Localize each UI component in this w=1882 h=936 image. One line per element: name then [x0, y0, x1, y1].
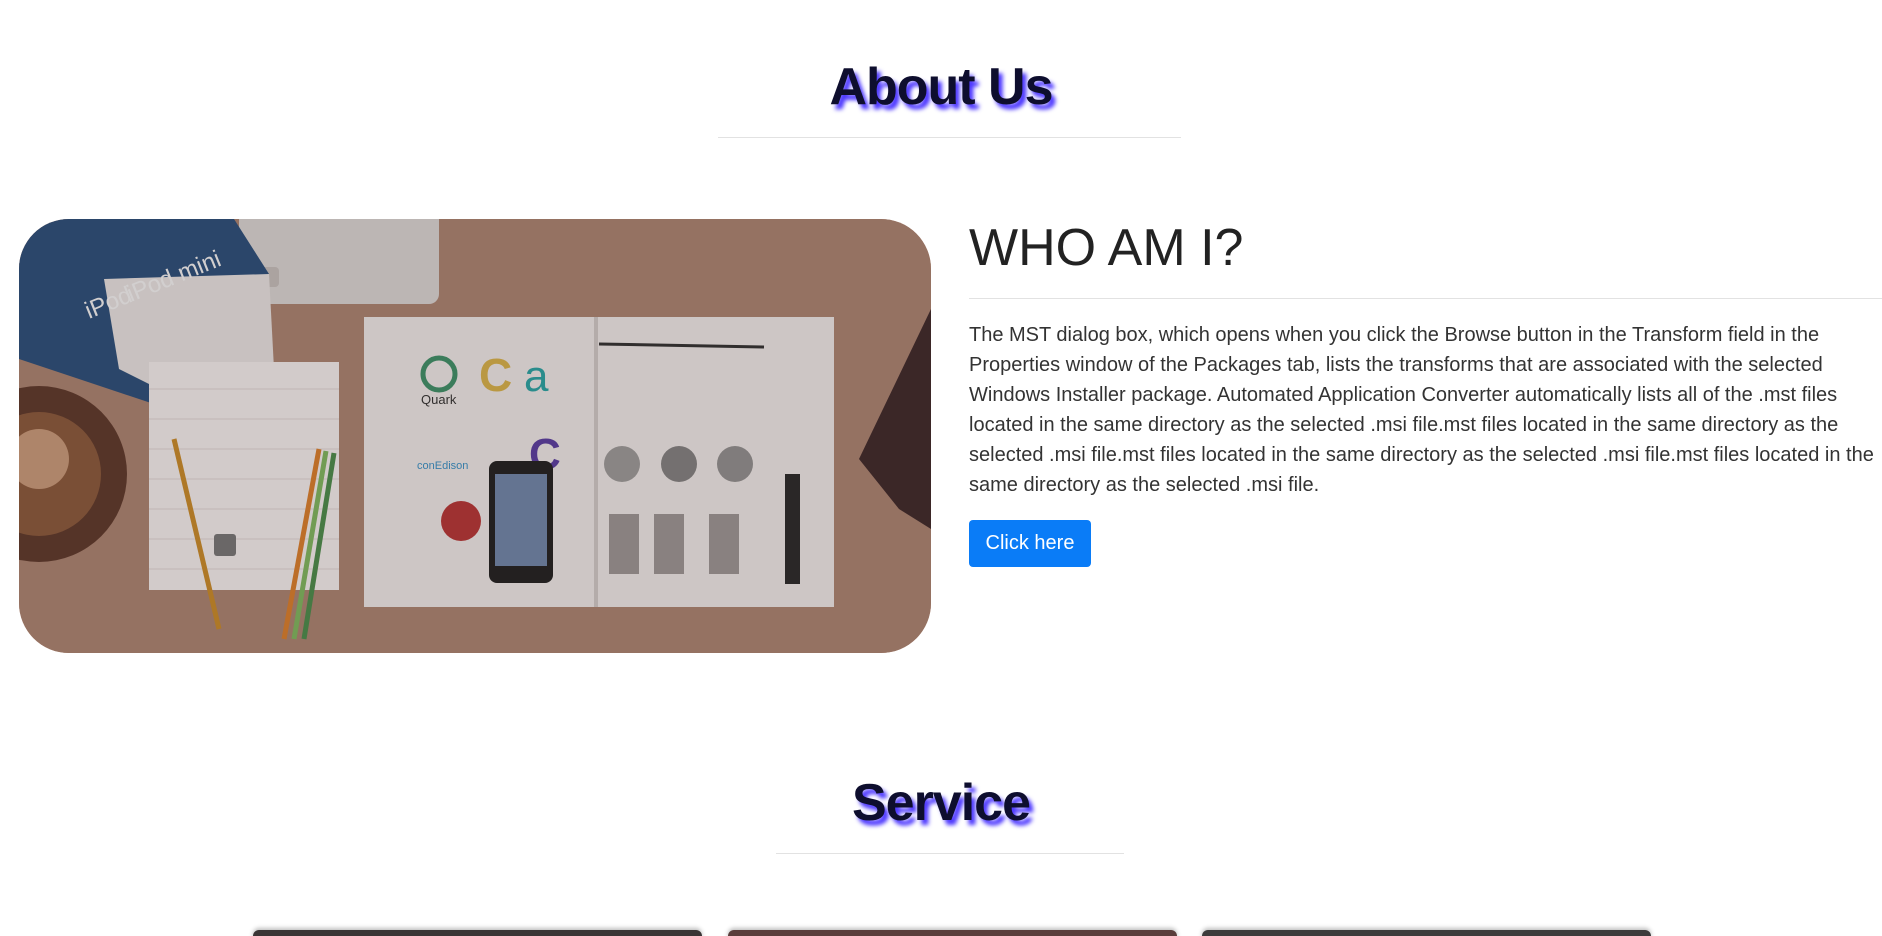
service-card-3[interactable] — [1202, 930, 1651, 936]
service-title: Service — [851, 774, 1031, 832]
who-am-i-heading: WHO AM I? — [969, 219, 1244, 277]
about-title: About Us — [829, 58, 1053, 116]
page: About Us iPod iPod mini Quark C a conEdi… — [0, 0, 1882, 936]
hero-image: iPod iPod mini Quark C a conEdison C — [19, 219, 931, 653]
who-divider — [969, 298, 1882, 299]
about-divider — [718, 137, 1181, 138]
click-here-button[interactable]: Click here — [969, 520, 1091, 567]
service-divider — [776, 853, 1124, 854]
service-card-2[interactable] — [728, 930, 1177, 936]
about-paragraph: The MST dialog box, which opens when you… — [969, 324, 1874, 496]
desk-workspace-photo-icon: iPod iPod mini Quark C a conEdison C — [19, 219, 931, 653]
service-card-1[interactable] — [253, 930, 702, 936]
